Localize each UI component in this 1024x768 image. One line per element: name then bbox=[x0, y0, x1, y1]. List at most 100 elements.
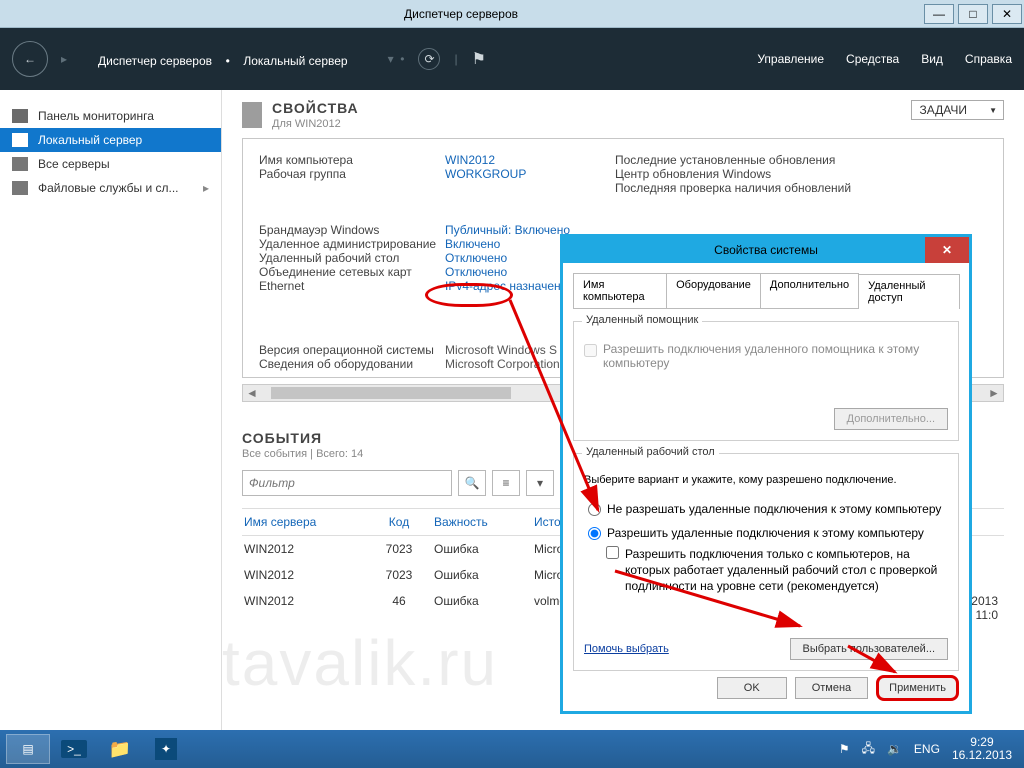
properties-header: СВОЙСТВА Для WIN2012 ЗАДАЧИ bbox=[242, 100, 1004, 130]
firewall-link[interactable]: Публичный: Включено bbox=[445, 223, 615, 237]
tray-sound-icon[interactable]: 🔉 bbox=[887, 742, 902, 756]
radio-label: Разрешить удаленные подключения к этому … bbox=[607, 526, 924, 540]
col-severity[interactable]: Важность bbox=[434, 515, 534, 529]
prop-key: Сведения об оборудовании bbox=[259, 357, 445, 371]
refresh-icon[interactable]: ⟳ bbox=[418, 48, 440, 70]
checkbox-input[interactable] bbox=[584, 344, 597, 357]
search-icon: 🔍 bbox=[465, 476, 480, 490]
menu-tools[interactable]: Средства bbox=[846, 52, 899, 66]
radio-disallow-remote[interactable]: Не разрешать удаленные подключения к это… bbox=[588, 502, 948, 516]
header-menu: Управление Средства Вид Справка bbox=[757, 52, 1012, 66]
search-button[interactable]: 🔍 bbox=[458, 470, 486, 496]
tab-hardware[interactable]: Оборудование bbox=[666, 273, 761, 308]
col-server[interactable]: Имя сервера bbox=[244, 515, 364, 529]
flag-icon[interactable]: ⚑ bbox=[472, 49, 486, 69]
section-subtitle: Для WIN2012 bbox=[272, 118, 359, 130]
scrollbar-thumb[interactable] bbox=[271, 387, 511, 399]
section-title: СВОЙСТВА bbox=[272, 100, 359, 116]
tasks-dropdown[interactable]: ЗАДАЧИ bbox=[911, 100, 1004, 120]
taskbar: ▤ >_ 📁 ✦ ⚑ 🖧 🔉 ENG 9:29 16.12.2013 bbox=[0, 730, 1024, 768]
scroll-left-icon[interactable]: ◄ bbox=[243, 385, 261, 401]
apply-button[interactable]: Применить bbox=[876, 675, 959, 701]
cell-server: WIN2012 bbox=[244, 542, 364, 556]
cancel-button[interactable]: Отмена bbox=[795, 677, 868, 699]
prop-key: Ethernet bbox=[259, 279, 445, 293]
options-button[interactable]: ▾ bbox=[526, 470, 554, 496]
sidebar-item-file-services[interactable]: Файловые службы и сл... ▸ bbox=[0, 176, 221, 200]
menu-manage[interactable]: Управление bbox=[757, 52, 824, 66]
servers-icon bbox=[12, 157, 28, 171]
sidebar-item-label: Файловые службы и сл... bbox=[38, 181, 179, 195]
checkbox-input[interactable] bbox=[606, 546, 619, 559]
arrow-right-icon: ▸ bbox=[61, 52, 67, 66]
filter-icon: ≡ bbox=[502, 476, 509, 490]
tab-computer-name[interactable]: Имя компьютера bbox=[573, 273, 667, 308]
taskbar-explorer[interactable]: 📁 bbox=[98, 734, 142, 764]
help-choose-link[interactable]: Помочь выбрать bbox=[584, 643, 669, 655]
cell-severity: Ошибка bbox=[434, 594, 534, 622]
nav-forward-button[interactable]: ▸ bbox=[54, 49, 74, 69]
radio-input[interactable] bbox=[588, 527, 601, 540]
system-tray: ⚑ 🖧 🔉 ENG 9:29 16.12.2013 bbox=[839, 736, 1018, 762]
prop-key: Брандмауэр Windows bbox=[259, 223, 445, 237]
pipe-separator: | bbox=[454, 52, 457, 66]
nav-back-button[interactable]: ← bbox=[12, 41, 48, 77]
select-users-button[interactable]: Выбрать пользователей... bbox=[790, 638, 949, 660]
minimize-button[interactable]: — bbox=[924, 4, 954, 24]
window-title: Диспетчер серверов bbox=[0, 7, 922, 21]
tray-network-icon[interactable]: 🖧 bbox=[862, 739, 875, 760]
sidebar-item-dashboard[interactable]: Панель мониторинга bbox=[0, 104, 221, 128]
radio-allow-remote[interactable]: Разрешить удаленные подключения к этому … bbox=[588, 526, 948, 540]
checkbox-label: Разрешить подключения только с компьютер… bbox=[625, 546, 948, 595]
sidebar-item-all-servers[interactable]: Все серверы bbox=[0, 152, 221, 176]
events-filter-input[interactable] bbox=[242, 470, 452, 496]
app-header: ← ▸ Диспетчер серверов • Локальный серве… bbox=[0, 28, 1024, 90]
dialog-title: Свойства системы bbox=[714, 243, 818, 257]
prop-key: Удаленный рабочий стол bbox=[259, 251, 445, 265]
watermark-text: tavalik.ru bbox=[222, 626, 498, 700]
filter-button[interactable]: ≡ bbox=[492, 470, 520, 496]
maximize-button[interactable]: □ bbox=[958, 4, 988, 24]
tray-flag-icon[interactable]: ⚑ bbox=[839, 742, 850, 756]
breadcrumb-current: Локальный сервер bbox=[243, 54, 347, 68]
taskbar-server-manager[interactable]: ▤ bbox=[6, 734, 50, 764]
dash-separator: ▾ • bbox=[388, 52, 405, 66]
cell-code: 46 bbox=[364, 594, 434, 622]
folder-icon: 📁 bbox=[109, 739, 131, 760]
window-titlebar: Диспетчер серверов — □ ✕ bbox=[0, 0, 1024, 28]
menu-view[interactable]: Вид bbox=[921, 52, 943, 66]
window-controls: — □ ✕ bbox=[922, 2, 1024, 26]
close-window-button[interactable]: ✕ bbox=[992, 4, 1022, 24]
radio-input[interactable] bbox=[588, 503, 601, 516]
taskbar-powershell[interactable]: >_ bbox=[52, 734, 96, 764]
arrow-left-icon: ← bbox=[24, 52, 36, 66]
allow-remote-assistance-checkbox[interactable]: Разрешить подключения удаленного помощни… bbox=[584, 342, 948, 370]
dialog-tabs: Имя компьютера Оборудование Дополнительн… bbox=[573, 273, 959, 309]
tray-language[interactable]: ENG bbox=[914, 742, 940, 756]
dialog-close-button[interactable]: ✕ bbox=[925, 237, 969, 263]
scroll-right-icon[interactable]: ► bbox=[985, 385, 1003, 401]
col-code[interactable]: Код bbox=[364, 515, 434, 529]
taskbar-app[interactable]: ✦ bbox=[144, 734, 188, 764]
tab-advanced[interactable]: Дополнительно bbox=[760, 273, 859, 308]
menu-help[interactable]: Справка bbox=[965, 52, 1012, 66]
prop-key: Центр обновления Windows bbox=[615, 167, 987, 181]
workgroup-link[interactable]: WORKGROUP bbox=[445, 167, 615, 181]
cell-code: 7023 bbox=[364, 568, 434, 582]
computer-name-link[interactable]: WIN2012 bbox=[445, 153, 615, 167]
ok-button[interactable]: OK bbox=[717, 677, 787, 699]
app-icon: ✦ bbox=[155, 738, 177, 760]
prop-key: Имя компьютера bbox=[259, 153, 445, 167]
nla-only-checkbox[interactable]: Разрешить подключения только с компьютер… bbox=[606, 546, 948, 595]
prop-key: Последние установленные обновления bbox=[615, 153, 987, 167]
files-icon bbox=[12, 181, 28, 195]
breadcrumb-root[interactable]: Диспетчер серверов bbox=[98, 54, 212, 68]
tab-remote-access[interactable]: Удаленный доступ bbox=[858, 274, 960, 309]
dialog-titlebar[interactable]: Свойства системы ✕ bbox=[563, 237, 969, 263]
advanced-button[interactable]: Дополнительно... bbox=[834, 408, 948, 430]
checkbox-label: Разрешить подключения удаленного помощни… bbox=[603, 342, 948, 370]
breadcrumb: Диспетчер серверов • Локальный сервер bbox=[98, 48, 348, 71]
tray-clock[interactable]: 9:29 16.12.2013 bbox=[952, 736, 1012, 762]
prop-key: Версия операционной системы bbox=[259, 343, 445, 357]
sidebar-item-local-server[interactable]: Локальный сервер bbox=[0, 128, 221, 152]
